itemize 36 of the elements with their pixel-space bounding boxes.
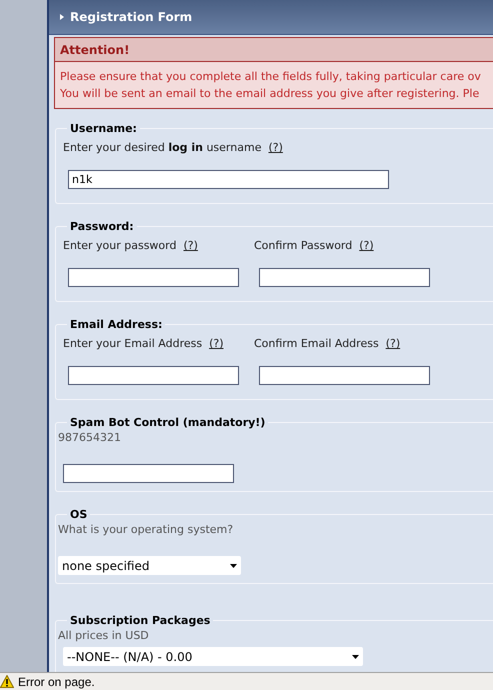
help-link[interactable]: (?) xyxy=(268,141,283,154)
input-field[interactable] xyxy=(68,366,239,385)
section-note: 987654321 xyxy=(58,431,122,444)
dropdown[interactable]: --NONE-- (N/A) - 0.00 xyxy=(63,647,363,666)
section-legend: Spam Bot Control (mandatory!) xyxy=(67,416,268,429)
attention-text: You will be sent an email to the email address you give after registering. Ple xyxy=(60,86,480,102)
attention-text: Please ensure that you complete all the fields fully, taking particular care ov xyxy=(60,69,482,85)
section-legend: OS xyxy=(67,508,90,521)
section-legend: Email Address: xyxy=(67,318,166,331)
help-link[interactable]: (?) xyxy=(359,239,374,252)
panel-title: Registration Form xyxy=(70,10,192,24)
section-legend: Username: xyxy=(67,122,140,135)
field-label: Confirm Email Address xyxy=(254,337,379,350)
attention-title: Attention! xyxy=(55,38,493,62)
input-field[interactable] xyxy=(259,268,430,287)
help-link[interactable]: (?) xyxy=(209,337,224,350)
triangle-icon xyxy=(60,14,64,20)
dropdown[interactable]: none specified xyxy=(58,556,241,575)
help-link[interactable]: (?) xyxy=(183,239,198,252)
input-field[interactable] xyxy=(68,268,239,287)
input-field[interactable] xyxy=(259,366,430,385)
caret-icon xyxy=(352,654,359,658)
status-text: Error on page. xyxy=(18,674,95,688)
warning-icon xyxy=(0,675,14,688)
field-label: Enter your Email Address xyxy=(63,337,202,350)
caret-icon xyxy=(230,564,237,568)
field-label: Enter your password xyxy=(63,239,176,252)
section-legend: Subscription Packages xyxy=(67,614,214,627)
input-field[interactable] xyxy=(63,464,234,483)
help-link[interactable]: (?) xyxy=(386,337,400,350)
field-label: Enter your desired log in username xyxy=(63,141,262,154)
section-note: All prices in USD xyxy=(58,629,150,642)
section-note: What is your operating system? xyxy=(58,523,234,536)
field-label: Confirm Password xyxy=(254,239,352,252)
input-field[interactable]: n1k xyxy=(68,170,389,189)
section-legend: Password: xyxy=(67,220,137,233)
